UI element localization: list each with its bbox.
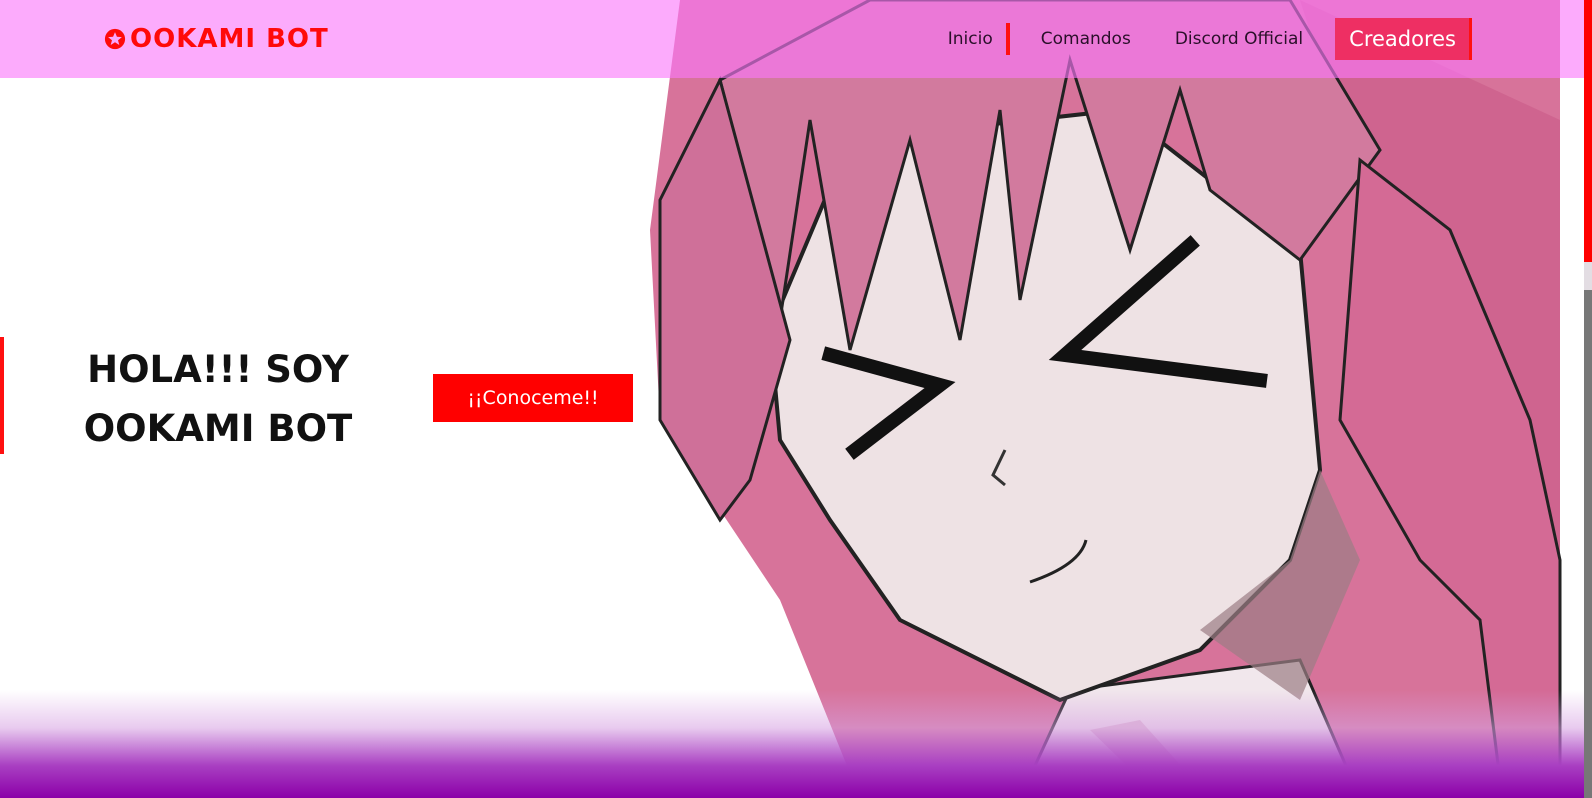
nav-link-comandos[interactable]: Comandos xyxy=(1025,18,1147,60)
main-nav: Inicio Comandos Discord Official Creador… xyxy=(932,18,1472,60)
hero-title: HOLA!!! SOY OOKAMI BOT xyxy=(83,348,353,450)
anime-girl-illustration xyxy=(650,0,1562,798)
page-scrollbar[interactable] xyxy=(1584,0,1592,798)
hero-illustration xyxy=(600,0,1592,798)
conoceme-button[interactable]: ¡¡Conoceme!! xyxy=(433,374,633,422)
site-logo[interactable]: OOKAMI BOT xyxy=(104,20,329,58)
scrollbar-thumb[interactable] xyxy=(1584,0,1592,262)
nav-link-inicio[interactable]: Inicio xyxy=(932,18,1010,60)
logo-text: OOKAMI BOT xyxy=(130,24,329,54)
top-navbar: OOKAMI BOT Inicio Comandos Discord Offic… xyxy=(0,0,1592,78)
nav-link-creadores[interactable]: Creadores xyxy=(1335,18,1472,60)
left-accent-bar xyxy=(0,337,4,454)
scrollbar-track-lower xyxy=(1584,290,1592,798)
nav-link-discord[interactable]: Discord Official xyxy=(1159,18,1319,60)
star-circle-icon xyxy=(104,28,126,50)
